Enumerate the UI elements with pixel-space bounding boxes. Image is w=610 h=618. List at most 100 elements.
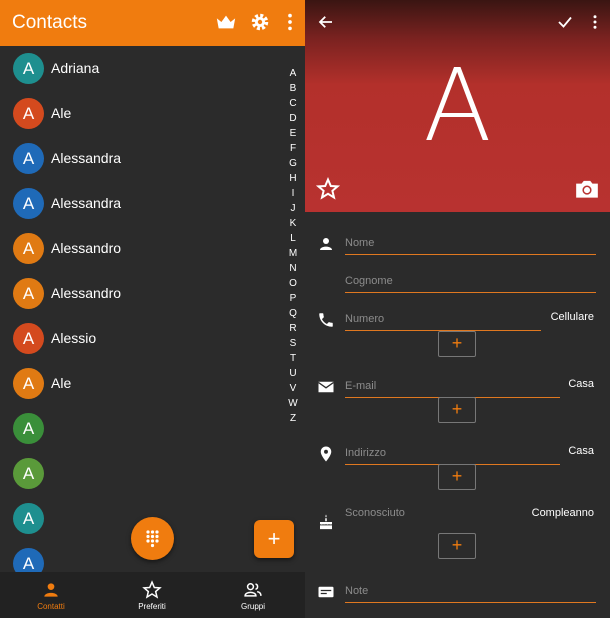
alphabet-letter[interactable]: O xyxy=(285,276,301,291)
contact-list-item[interactable]: A Adriana xyxy=(0,46,280,91)
crown-icon[interactable] xyxy=(215,11,237,33)
contact-list-item[interactable]: A Alessio xyxy=(0,316,280,361)
nav-label: Contatti xyxy=(37,602,65,611)
alphabet-letter[interactable]: P xyxy=(285,291,301,306)
favorite-star-icon[interactable] xyxy=(316,177,340,201)
alphabet-letter[interactable]: U xyxy=(285,366,301,381)
more-vert-icon[interactable] xyxy=(279,11,301,33)
nav-gruppi[interactable]: Gruppi xyxy=(203,572,303,618)
add-address-button[interactable]: + xyxy=(438,464,476,490)
dialpad-button[interactable] xyxy=(131,517,174,560)
alphabet-letter[interactable]: Q xyxy=(285,306,301,321)
numero-type-selector[interactable]: Cellulare xyxy=(551,311,594,323)
contact-edit-pane: A Nome Cognome Numero Cellulare + E-mail… xyxy=(305,0,610,618)
alphabet-letter[interactable]: B xyxy=(285,81,301,96)
compleanno-value[interactable]: Sconosciuto xyxy=(345,507,405,519)
contact-avatar: A xyxy=(13,278,44,309)
numero-input[interactable]: Numero xyxy=(345,309,541,331)
person-icon xyxy=(44,583,58,597)
contact-name: Alessio xyxy=(51,330,97,346)
location-pin-icon xyxy=(320,446,332,462)
alphabet-letter[interactable]: R xyxy=(285,321,301,336)
contact-list-item[interactable]: A Ale xyxy=(0,91,280,136)
indirizzo-input[interactable]: Indirizzo xyxy=(345,443,560,465)
nome-input[interactable]: Nome xyxy=(345,233,596,255)
dialpad-icon xyxy=(146,530,159,548)
add-email-button[interactable]: + xyxy=(438,397,476,423)
contact-avatar: A xyxy=(13,458,44,489)
contact-list-item[interactable]: A Alessandro xyxy=(0,271,280,316)
more-vert-icon[interactable] xyxy=(586,13,604,31)
nav-label: Preferiti xyxy=(138,602,166,611)
camera-icon[interactable] xyxy=(574,176,600,202)
email-type-selector[interactable]: Casa xyxy=(568,378,594,390)
alphabet-letter[interactable]: W xyxy=(285,396,301,411)
phone-icon xyxy=(319,313,333,327)
contact-name: Alessandro xyxy=(51,240,122,256)
notes-icon xyxy=(318,586,334,598)
contact-list-item[interactable]: A Ale xyxy=(0,361,280,406)
alphabet-letter[interactable]: V xyxy=(285,381,301,396)
cognome-row: Cognome xyxy=(305,263,610,301)
cognome-input[interactable]: Cognome xyxy=(345,271,596,293)
alphabet-letter[interactable]: D xyxy=(285,111,301,126)
alphabet-letter[interactable]: K xyxy=(285,216,301,231)
compleanno-type-selector[interactable]: Compleanno xyxy=(532,507,594,519)
star-icon xyxy=(142,580,162,599)
alphabet-letter[interactable]: L xyxy=(285,231,301,246)
contact-name: Ale xyxy=(51,105,72,121)
alphabet-letter[interactable]: C xyxy=(285,96,301,111)
alphabet-letter[interactable]: E xyxy=(285,126,301,141)
contact-photo-header: A xyxy=(305,0,610,212)
contact-list-item[interactable]: A xyxy=(0,451,280,496)
contact-name: Alessandra xyxy=(51,195,122,211)
contact-avatar: A xyxy=(13,413,44,444)
nav-contatti[interactable]: Contatti xyxy=(1,572,101,618)
contact-list-item[interactable]: A Alessandro xyxy=(0,226,280,271)
contact-name: Ale xyxy=(51,375,72,391)
note-input[interactable]: Note xyxy=(345,581,596,603)
alphabet-letter[interactable]: H xyxy=(285,171,301,186)
email-input[interactable]: E-mail xyxy=(345,376,560,398)
nome-row: Nome xyxy=(305,225,610,263)
indirizzo-type-selector[interactable]: Casa xyxy=(568,445,594,457)
contact-list-item[interactable]: A Alessandra xyxy=(0,136,280,181)
contact-name: Adriana xyxy=(51,60,100,76)
contact-avatar: A xyxy=(13,323,44,354)
alphabet-letter[interactable]: G xyxy=(285,156,301,171)
alphabet-letter[interactable]: J xyxy=(285,201,301,216)
contact-name: Alessandro xyxy=(51,285,122,301)
cake-icon xyxy=(320,514,332,530)
alphabet-letter[interactable]: N xyxy=(285,261,301,276)
contact-avatar-letter: A xyxy=(423,47,492,164)
alphabet-letter[interactable]: S xyxy=(285,336,301,351)
contact-avatar: A xyxy=(13,233,44,264)
settings-gear-icon[interactable] xyxy=(249,11,271,33)
alphabet-letter[interactable]: M xyxy=(285,246,301,261)
back-arrow-icon[interactable] xyxy=(317,13,335,31)
add-event-button[interactable]: + xyxy=(438,533,476,559)
app-bar: Contacts xyxy=(0,0,305,46)
check-icon[interactable] xyxy=(556,13,574,31)
bottom-navigation: Contatti Preferiti Gruppi xyxy=(0,572,305,618)
contact-avatar: A xyxy=(13,98,44,129)
contacts-list-pane: Contacts A Adriana A Ale A Alessandra A Alessan… xyxy=(0,0,305,618)
contact-avatar: A xyxy=(13,143,44,174)
group-icon xyxy=(244,583,262,597)
alphabet-letter[interactable]: A xyxy=(285,66,301,81)
alphabet-letter[interactable]: Z xyxy=(285,411,301,426)
contact-avatar: A xyxy=(13,53,44,84)
alphabet-letter[interactable]: T xyxy=(285,351,301,366)
contact-list-item[interactable]: A xyxy=(0,406,280,451)
contact-avatar: A xyxy=(13,188,44,219)
contact-avatar: A xyxy=(13,368,44,399)
alphabet-letter[interactable]: F xyxy=(285,141,301,156)
alphabet-index[interactable]: ABCDEFGHIJKLMNOPQRSTUVWZ xyxy=(285,66,301,426)
add-number-button[interactable]: + xyxy=(438,331,476,357)
contact-avatar: A xyxy=(13,503,44,534)
contact-list-item[interactable]: A Alessandra xyxy=(0,181,280,226)
add-contact-button[interactable]: + xyxy=(254,520,294,558)
nav-preferiti[interactable]: Preferiti xyxy=(102,572,202,618)
note-row: Note xyxy=(305,573,610,611)
alphabet-letter[interactable]: I xyxy=(285,186,301,201)
